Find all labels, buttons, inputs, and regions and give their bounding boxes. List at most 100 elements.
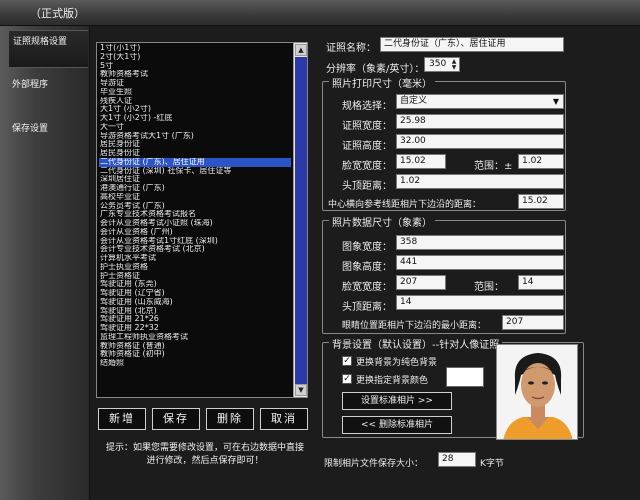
head-top-px-field[interactable]: 14: [396, 295, 564, 310]
list-item[interactable]: 大1寸 (小2寸) -红底: [99, 114, 291, 123]
tab-spec-settings[interactable]: 证照规格设置: [8, 30, 88, 68]
list-item[interactable]: 结婚照: [99, 359, 291, 368]
file-size-field[interactable]: 28: [438, 452, 476, 467]
photo-height-label: 证照高度：: [342, 141, 392, 152]
file-size-unit: K字节: [480, 459, 504, 469]
save-button[interactable]: 保存: [152, 408, 200, 430]
hint-text: 提示：如果您需要修改设置，可在右边数据中直接进行修改，然后点保存即可！: [105, 443, 304, 466]
photo-height-field[interactable]: 32.00: [396, 134, 564, 149]
chevron-down-icon: ▼: [552, 97, 559, 106]
list-item[interactable]: 港澳通行证 (广东): [99, 184, 291, 193]
list-item[interactable]: 会计专业技术资格考试 (北京): [99, 245, 291, 254]
img-width-field[interactable]: 358: [396, 235, 564, 250]
spec-name-field[interactable]: 二代身份证（广东）、居住证用: [380, 37, 564, 52]
set-standard-photo-button[interactable]: 设置标准相片 >>: [342, 392, 452, 410]
bg-color-checkbox[interactable]: ✓: [342, 374, 352, 384]
face-px-label: 脸宽宽度：: [342, 282, 392, 293]
img-height-label: 图象高度：: [342, 262, 392, 273]
list-item[interactable]: 二代身份证 (深圳) 社保卡、居住证等: [99, 167, 291, 176]
list-item[interactable]: 计算机水平考试: [99, 254, 291, 263]
list-item[interactable]: 大1寸 (小2寸): [99, 105, 291, 114]
list-item[interactable]: 驾驶证用 (东莞): [99, 280, 291, 289]
list-item[interactable]: 驾驶证用 (山东威海): [99, 298, 291, 307]
center-dist-label: 中心横向参考线距相片下边沿的距离：: [328, 200, 482, 210]
list-item[interactable]: 广东专业技术资格考试报名: [99, 210, 291, 219]
head-top-field[interactable]: 1.02: [396, 174, 564, 189]
list-scrollbar[interactable]: ▲ ▼: [293, 43, 307, 397]
list-item[interactable]: 深圳居住证: [99, 175, 291, 184]
spec-select[interactable]: 自定义 ▼: [396, 94, 564, 109]
delete-standard-photo-button[interactable]: << 删除标准相片: [342, 416, 452, 434]
list-item[interactable]: 毕业生照: [99, 88, 291, 97]
bg-solid-label: 更换背景为纯色背景: [356, 358, 438, 368]
photo-width-field[interactable]: 25.98: [396, 114, 564, 129]
print-size-title: 照片打印尺寸（毫米）: [329, 75, 435, 90]
list-item[interactable]: 护士执业资格: [99, 263, 291, 272]
list-item[interactable]: 教师资格证 (普通): [99, 342, 291, 351]
list-item[interactable]: 居民身份证: [99, 140, 291, 149]
list-item[interactable]: 驾驶证用 (北京): [99, 307, 291, 316]
img-height-field[interactable]: 441: [396, 255, 564, 270]
list-item[interactable]: 残疾人证: [99, 97, 291, 106]
list-item[interactable]: 护士资格证: [99, 272, 291, 281]
bg-color-swatch[interactable]: [446, 367, 484, 387]
list-item[interactable]: 导游资格考试大1寸 (广东): [99, 132, 291, 141]
background-title: 背景设置（默认设置）--针对人像证照: [329, 336, 503, 351]
new-button[interactable]: 新增: [98, 408, 146, 430]
file-size-label: 限制相片文件保存大小：: [324, 459, 424, 469]
bg-solid-checkbox[interactable]: ✓: [342, 356, 352, 366]
dpi-stepper[interactable]: 350 ▲ ▼: [424, 57, 460, 72]
spec-select-label: 规格选择：: [342, 101, 392, 112]
list-item[interactable]: 会计从业资格 (广州): [99, 228, 291, 237]
list-item[interactable]: 居民身份证: [99, 149, 291, 158]
scroll-down-icon[interactable]: ▼: [295, 384, 307, 396]
list-item[interactable]: 2寸(大1寸): [99, 53, 291, 62]
list-item[interactable]: 驾驶证用 (辽宁省): [99, 289, 291, 298]
list-item[interactable]: 驾驶证用 22*32: [99, 324, 291, 333]
spec-list[interactable]: 1寸(小1寸) 2寸(大1寸) 5寸 教师资格考试 导游证 毕业生照 残疾人证 大1寸 (小2…: [96, 42, 308, 398]
tab-save-settings[interactable]: 保存设置: [8, 118, 88, 156]
person-portrait-icon: [497, 345, 577, 439]
main-panel: 1寸(小1寸) 2寸(大1寸) 5寸 教师资格考试 导游证 毕业生照 残疾人证 大1寸 (小2…: [90, 26, 640, 500]
scroll-thumb[interactable]: [295, 57, 307, 385]
range-label: 范围：±: [474, 161, 513, 172]
delete-button[interactable]: 删除: [206, 408, 254, 430]
list-item[interactable]: 驾驶证用 21*26: [99, 315, 291, 324]
list-item[interactable]: 教师资格证 (初中): [99, 350, 291, 359]
spec-list-items: 1寸(小1寸) 2寸(大1寸) 5寸 教师资格考试 导游证 毕业生照 残疾人证 大1寸 (小2…: [99, 44, 291, 368]
range-px-label: 范围：: [474, 282, 504, 293]
list-item[interactable]: 会计从业资格考试小证照 (珠海): [99, 219, 291, 228]
list-item[interactable]: 导游证: [99, 79, 291, 88]
cancel-button[interactable]: 取消: [260, 408, 308, 430]
list-item[interactable]: 公务员考试 (广东): [99, 202, 291, 211]
center-dist-field[interactable]: 15.02: [518, 194, 564, 209]
list-item[interactable]: 会计从业资格考试1寸红底 (深圳): [99, 237, 291, 246]
list-item[interactable]: 高校毕业证: [99, 193, 291, 202]
title-bar: （正式版）: [0, 0, 640, 26]
range-field[interactable]: 1.02: [518, 154, 564, 169]
eye-pos-field[interactable]: 207: [502, 315, 564, 330]
face-px-field[interactable]: 207: [396, 275, 446, 290]
stepper-arrows-icon[interactable]: ▲ ▼: [450, 59, 458, 71]
img-width-label: 图象宽度：: [342, 242, 392, 253]
list-item[interactable]: 监理工程师执业资格考试: [99, 333, 291, 342]
face-width-label: 脸宽宽度：: [342, 161, 392, 172]
face-width-field[interactable]: 15.02: [396, 154, 446, 169]
tab-external-program[interactable]: 外部程序: [8, 74, 88, 112]
photo-width-label: 证照宽度：: [342, 121, 392, 132]
range-px-field[interactable]: 14: [518, 275, 564, 290]
tab-column: 证照规格设置 外部程序 保存设置: [0, 26, 90, 500]
head-top-px-label: 头顶距离：: [342, 302, 392, 313]
list-item[interactable]: 5寸: [99, 62, 291, 71]
spec-name-label: 证照名称：: [326, 43, 376, 54]
dpi-value: 350: [429, 59, 447, 69]
pixel-size-title: 照片数据尺寸（象素）: [329, 214, 435, 229]
standard-photo: [496, 344, 578, 440]
list-item[interactable]: 1寸(小1寸): [99, 44, 291, 53]
window-title: （正式版）: [30, 7, 85, 20]
scroll-up-icon[interactable]: ▲: [295, 44, 307, 56]
list-item[interactable]: 二代身份证 (广东)、居住证用: [99, 157, 291, 167]
list-item[interactable]: 教师资格考试: [99, 70, 291, 79]
list-item[interactable]: 大一寸: [99, 123, 291, 132]
bg-color-label: 更换指定背景颜色: [356, 376, 429, 386]
